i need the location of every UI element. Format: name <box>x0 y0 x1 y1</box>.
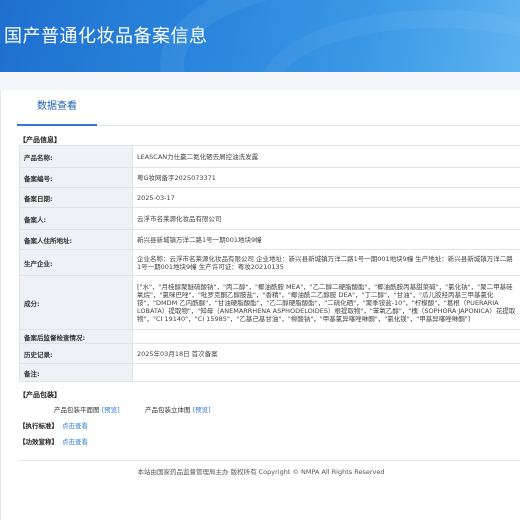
row-value-registrant: 云浮市名莱源化妆品有限公司 <box>132 207 520 230</box>
row-label-product-name: 产品名称: <box>19 145 133 168</box>
row-label-manufacturer: 生产企业: <box>19 249 133 276</box>
row-value-product-name: LEASCAN力仕赢二氮化硒去屑控油洗发露 <box>132 145 520 168</box>
efficacy-row: 【功效宣称】 点击查看 <box>19 436 88 446</box>
table-row: 备注: <box>19 363 520 382</box>
packaging-plan-item: 产品包装平面图 [预览] <box>54 404 120 414</box>
content-card: 数据查看 【产品信息】 产品名称: LEASCAN力仕赢二氮化硒去屑控油洗发露 … <box>0 90 520 520</box>
page-title: 国产普通化妆品备案信息 <box>4 26 208 47</box>
standard-row: 【执行标准】 点击查看 <box>19 420 88 430</box>
row-value-registrant-address: 新兴县新城镇万洋二路1号一期001地块9幢 <box>132 229 520 250</box>
standard-view-link[interactable]: 点击查看 <box>62 422 88 430</box>
packaging-plan-label: 产品包装平面图 <box>54 406 100 414</box>
site-header: 国产普通化妆品备案信息 <box>0 0 520 72</box>
row-label-registrant-address: 备案人住所地址: <box>19 229 133 250</box>
row-label-registrant: 备案人: <box>19 207 133 230</box>
row-value-history: 2025年03月18日 首次备案 <box>132 343 520 364</box>
efficacy-view-link[interactable]: 点击查看 <box>62 438 88 446</box>
efficacy-label: 【功效宣称】 <box>19 438 58 446</box>
row-label-registration-number: 备案编号: <box>19 167 133 188</box>
table-row: 历史记录: 2025年03月18日 首次备案 <box>19 343 520 364</box>
row-label-remarks: 备注: <box>19 363 133 382</box>
packaging-plan-preview-link[interactable]: [预览] <box>102 406 120 414</box>
product-info-section-title: 【产品信息】 <box>19 136 61 144</box>
packaging-stereo-label: 产品包装立体图 <box>145 406 191 414</box>
row-value-ingredients: ["水"，"月桂醇聚醚硫酸钠"，"丙二醇"，"椰油酰胺 MEA"，"乙二醇二硬脂… <box>132 275 520 330</box>
footer-divider <box>19 460 520 461</box>
row-value-registration-date: 2025-03-17 <box>132 187 520 208</box>
row-value-registration-number: 粤G妆网备字2025073371 <box>132 167 520 188</box>
row-value-supervision <box>132 329 520 344</box>
table-row: 备案人住所地址: 新兴县新城镇万洋二路1号一期001地块9幢 <box>19 229 520 250</box>
row-label-registration-date: 备案日期: <box>19 187 133 208</box>
tab-data-view[interactable]: 数据查看 <box>17 98 97 126</box>
table-row: 备案人: 云浮市名莱源化妆品有限公司 <box>19 207 520 230</box>
table-row: 备案编号: 粤G妆网备字2025073371 <box>19 167 520 188</box>
table-row: 生产企业: 企业名称：云浮市名莱源化妆品有限公司 企业地址：新兴县新城镇万洋二路… <box>19 249 520 276</box>
row-label-supervision: 备案后监督检查情况: <box>19 329 133 344</box>
standard-label: 【执行标准】 <box>19 422 58 430</box>
footer-copyright: 本站由国家药品监督管理局主办 版权所有 Copyright © NMPA All… <box>137 468 385 476</box>
product-info-table: 产品名称: LEASCAN力仕赢二氮化硒去屑控油洗发露 备案编号: 粤G妆网备字… <box>19 145 520 382</box>
packaging-stereo-preview-link[interactable]: [预览] <box>193 406 211 414</box>
table-row: 产品名称: LEASCAN力仕赢二氮化硒去屑控油洗发露 <box>19 145 520 168</box>
table-row: 成分: ["水"，"月桂醇聚醚硫酸钠"，"丙二醇"，"椰油酰胺 MEA"，"乙二… <box>19 275 520 330</box>
row-value-remarks <box>132 363 520 382</box>
packaging-section-title: 【产品包装】 <box>19 391 61 399</box>
table-row: 备案后监督检查情况: <box>19 329 520 344</box>
header-subbar <box>0 72 520 90</box>
row-label-history: 历史记录: <box>19 343 133 364</box>
packaging-stereo-item: 产品包装立体图 [预览] <box>145 404 211 414</box>
tab-bar: 数据查看 <box>17 98 520 126</box>
row-label-ingredients: 成分: <box>19 275 133 330</box>
row-value-manufacturer: 企业名称：云浮市名莱源化妆品有限公司 企业地址：新兴县新城镇万洋二路1号一期00… <box>132 249 520 276</box>
table-row: 备案日期: 2025-03-17 <box>19 187 520 208</box>
